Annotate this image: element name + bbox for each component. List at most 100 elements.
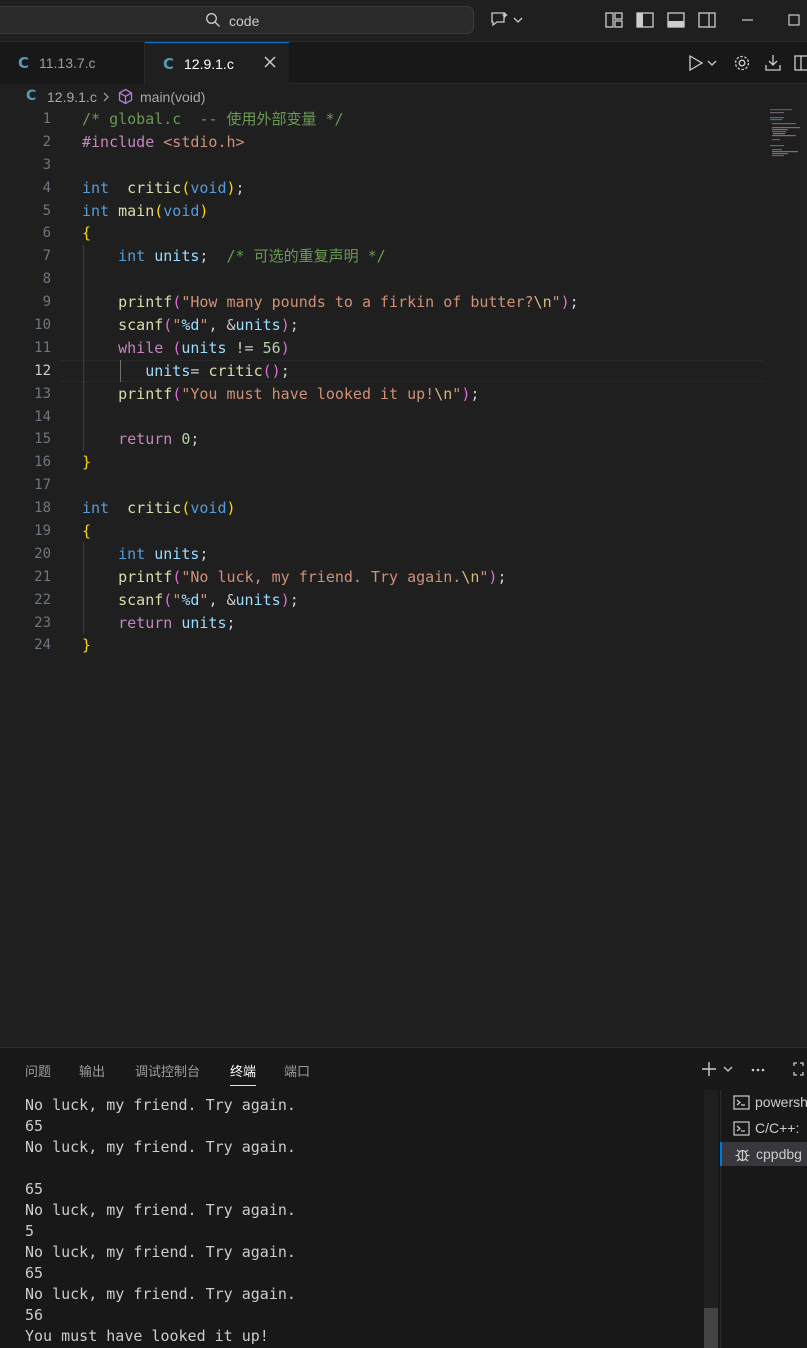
breadcrumb-symbol[interactable]: main(void) — [140, 89, 205, 105]
terminal-item-powershell[interactable]: powershell — [721, 1090, 807, 1114]
panel-tabs: 问题 输出 调试控制台 终端 端口 — [0, 1048, 807, 1090]
toggle-secondary-sidebar-icon[interactable] — [697, 10, 717, 30]
terminal-line: You must have looked it up! — [25, 1327, 269, 1345]
maximize-panel-icon[interactable] — [790, 1060, 807, 1078]
run-icon[interactable] — [686, 53, 706, 73]
more-icon[interactable] — [749, 1060, 767, 1078]
download-icon[interactable] — [763, 53, 783, 73]
code-line[interactable]: printf("How many pounds to a firkin of b… — [82, 291, 762, 314]
tab-terminal[interactable]: 终端 — [230, 1061, 257, 1086]
tab-label: 11.13.7.c — [39, 55, 96, 71]
chat-icon[interactable] — [490, 10, 510, 30]
code-token: units — [235, 590, 281, 609]
line-number: 15 — [34, 431, 51, 448]
chevron-down-icon[interactable] — [706, 53, 718, 73]
terminal-item-cppdbg[interactable]: cppdbg — [720, 1142, 807, 1166]
code-token: ; — [289, 590, 299, 609]
toggle-panel-icon[interactable] — [666, 10, 686, 30]
minimize-icon[interactable] — [738, 10, 758, 30]
code-line[interactable]: /* global.c -- 使用外部变量 */ — [82, 108, 762, 131]
code-token: printf — [118, 567, 173, 586]
code-token: ) — [280, 590, 290, 609]
line-number: 3 — [42, 156, 51, 173]
code-line[interactable]: printf("No luck, my friend. Try again.\n… — [82, 566, 762, 589]
tab-12-9-1-c[interactable]: C 12.9.1.c — [145, 42, 289, 85]
terminal-item-label: cppdbg — [756, 1146, 802, 1162]
chevron-down-icon[interactable] — [512, 10, 524, 30]
code-editor[interactable]: /* global.c -- 使用外部变量 */ #include <stdio.… — [82, 108, 762, 657]
title-bar: code — [0, 0, 807, 42]
code-line[interactable]: { — [82, 520, 762, 543]
code-token: scanf — [118, 590, 164, 609]
code-line[interactable]: printf("You must have looked it up!\n"); — [82, 383, 762, 406]
toggle-primary-sidebar-icon[interactable] — [635, 10, 655, 30]
code-token: %d — [181, 316, 200, 335]
line-number: 4 — [42, 179, 51, 196]
code-line[interactable]: int units; — [82, 543, 762, 566]
chevron-down-icon[interactable] — [722, 1061, 734, 1077]
code-line[interactable] — [82, 154, 762, 177]
plus-icon[interactable] — [700, 1060, 718, 1078]
code-line[interactable]: while (units != 56) — [82, 337, 762, 360]
code-line[interactable]: } — [82, 634, 762, 657]
code-line[interactable]: #include <stdio.h> — [82, 131, 762, 154]
terminal-scrollbar-thumb[interactable] — [704, 1308, 718, 1348]
terminal-line: 65 — [25, 1180, 44, 1198]
code-token: printf — [118, 293, 173, 312]
tab-problems[interactable]: 问题 — [25, 1061, 51, 1080]
code-token: , & — [208, 590, 236, 609]
code-line[interactable]: int critic(void) — [82, 497, 762, 520]
search-icon — [206, 13, 220, 27]
line-number: 11 — [34, 339, 51, 356]
code-token: 56 — [262, 338, 281, 357]
code-token: ; — [497, 567, 507, 586]
code-line[interactable]: scanf("%d", &units); — [82, 589, 762, 612]
gear-icon[interactable] — [732, 53, 752, 73]
close-icon[interactable] — [263, 55, 277, 69]
tab-output[interactable]: 输出 — [79, 1061, 105, 1080]
code-token: int — [82, 178, 110, 197]
code-line[interactable]: { — [82, 222, 762, 245]
code-token: "How many pounds to a firkin of butter? — [181, 293, 534, 312]
code-line[interactable]: scanf("%d", &units); — [82, 314, 762, 337]
code-token: /* 可选的重复声明 */ — [226, 247, 386, 266]
code-token: ( — [172, 384, 182, 403]
code-token: ( — [172, 338, 182, 357]
customize-layout-icon[interactable] — [604, 10, 624, 30]
split-editor-icon[interactable] — [793, 53, 807, 73]
maximize-icon[interactable] — [784, 10, 804, 30]
code-line[interactable]: units= critic(); — [82, 360, 762, 383]
code-line[interactable]: int units; /* 可选的重复声明 */ — [82, 245, 762, 268]
terminal-item-cpp-build[interactable]: C/C++: — [721, 1116, 807, 1140]
code-token: units — [145, 361, 191, 380]
code-token: main — [118, 201, 155, 220]
minimap[interactable] — [770, 108, 800, 158]
tab-ports[interactable]: 端口 — [284, 1061, 310, 1080]
code-token: " — [172, 316, 182, 335]
code-line[interactable]: return units; — [82, 612, 762, 635]
line-number: 2 — [42, 133, 51, 150]
command-center[interactable]: code — [0, 6, 474, 34]
tab-11-13-7-c[interactable]: C 11.13.7.c — [0, 42, 145, 84]
line-number: 22 — [34, 591, 51, 608]
code-line[interactable]: int critic(void); — [82, 177, 762, 200]
method-icon — [118, 88, 133, 105]
line-number: 21 — [34, 568, 51, 585]
code-line[interactable]: int main(void) — [82, 200, 762, 223]
code-token: " — [172, 590, 182, 609]
terminal-line: No luck, my friend. Try again. — [25, 1096, 296, 1114]
line-number: 17 — [34, 477, 51, 494]
code-line[interactable]: return 0; — [82, 428, 762, 451]
code-line[interactable] — [82, 474, 762, 497]
breadcrumb-file[interactable]: 12.9.1.c — [47, 89, 97, 105]
code-line[interactable] — [82, 406, 762, 429]
terminal-output[interactable]: No luck, my friend. Try again. 65 No luck,… — [25, 1095, 296, 1347]
terminal-line: 5 — [25, 1222, 35, 1240]
code-line[interactable]: } — [82, 451, 762, 474]
code-token: units — [181, 338, 227, 357]
tab-debug-console[interactable]: 调试控制台 — [135, 1061, 200, 1080]
code-token: void — [163, 201, 200, 220]
code-line[interactable] — [82, 268, 762, 291]
